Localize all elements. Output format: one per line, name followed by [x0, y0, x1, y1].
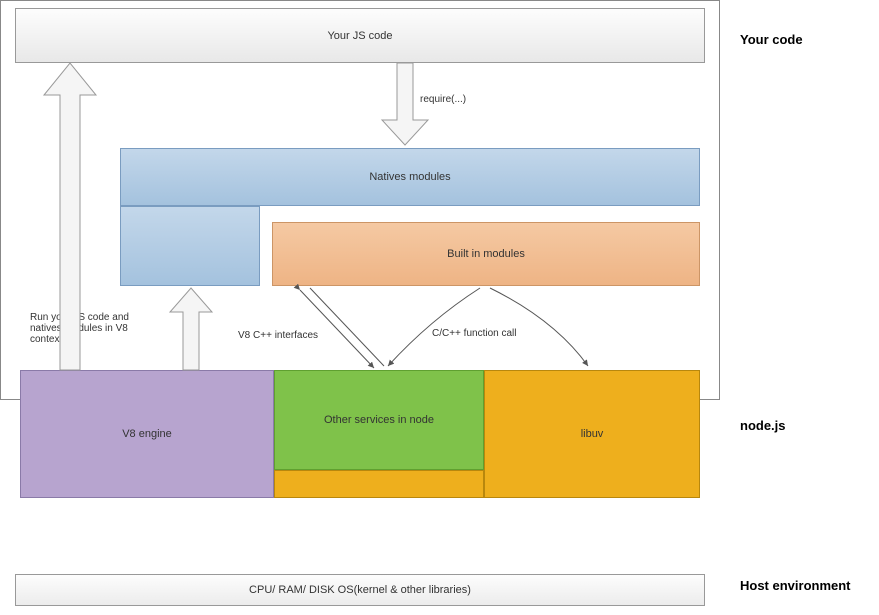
- section-host-env: Host environment: [740, 578, 851, 593]
- edge-run-context: Run your JS code and natives modules in …: [30, 312, 150, 345]
- blue-sub-box: [120, 206, 260, 286]
- section-nodejs: node.js: [740, 418, 786, 433]
- host-env-label: CPU/ RAM/ DISK OS(kernel & other librari…: [249, 584, 471, 596]
- v8-engine-label: V8 engine: [122, 428, 172, 440]
- edge-c-func-call: C/C++ function call: [432, 328, 517, 339]
- builtin-modules-label: Built in modules: [447, 248, 525, 260]
- libuv-label: libuv: [581, 428, 604, 440]
- libuv-box: libuv: [484, 370, 700, 498]
- edge-require: require(...): [420, 94, 466, 105]
- natives-modules-box: Natives modules: [120, 148, 700, 206]
- orange-sub-box: [274, 470, 484, 498]
- natives-modules-label: Natives modules: [369, 171, 450, 183]
- builtin-modules-box: Built in modules: [272, 222, 700, 286]
- your-js-code-box: Your JS code: [15, 8, 705, 63]
- edge-v8-interfaces: V8 C++ interfaces: [238, 330, 318, 341]
- section-your-code: Your code: [740, 32, 803, 47]
- other-services-label: Other services in node: [324, 414, 434, 426]
- your-js-code-label: Your JS code: [327, 30, 392, 42]
- v8-engine-box: V8 engine: [20, 370, 274, 498]
- other-services-box: Other services in node: [274, 370, 484, 470]
- host-env-box: CPU/ RAM/ DISK OS(kernel & other librari…: [15, 574, 705, 606]
